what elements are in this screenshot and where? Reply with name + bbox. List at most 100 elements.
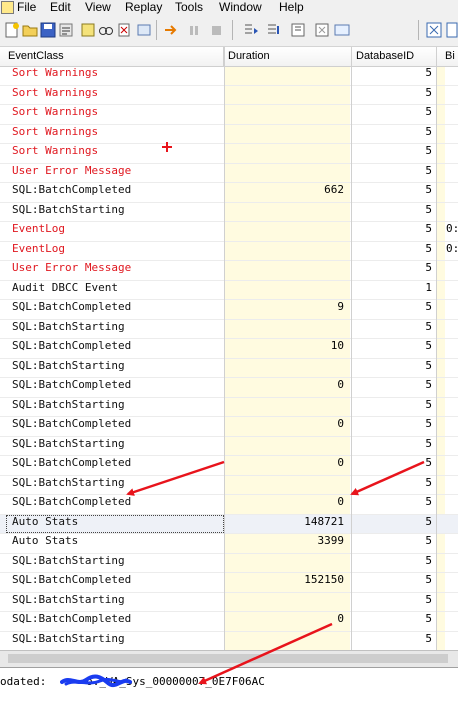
options-icon[interactable] [334,22,350,38]
cell-bi [437,183,458,201]
menu-window[interactable]: Window [219,0,262,16]
table-row[interactable]: SQL:BatchCompleted 9 5 [0,300,458,320]
table-row[interactable]: Sort Warnings 5 [0,86,458,106]
cell-databaseid: 5 [352,300,436,318]
run-icon[interactable] [163,22,179,38]
event-detail-pane[interactable]: odated: o._WA_Sys_00000007_0E7F06AC [0,667,458,722]
close-icon[interactable] [426,22,442,38]
column-header-bi[interactable]: Bi [437,47,458,66]
table-row[interactable]: Auto Stats 3399 5 [0,534,458,554]
breakpoint-icon[interactable] [290,22,306,38]
table-row[interactable]: EventLog 5 0: [0,242,458,262]
cell-eventclass: Sort Warnings [12,105,222,123]
cell-databaseid: 5 [352,125,436,143]
table-row[interactable]: SQL:BatchStarting 5 [0,593,458,613]
table-row[interactable]: Sort Warnings 5 [0,125,458,145]
table-row[interactable]: Sort Warnings 5 [0,144,458,164]
properties-icon[interactable] [58,22,74,38]
table-row[interactable]: Sort Warnings 5 [0,66,458,86]
cell-databaseid: 5 [352,242,436,260]
menu-view[interactable]: View [85,0,111,16]
clear-icon[interactable] [116,22,132,38]
table-row[interactable]: Audit DBCC Event 1 [0,281,458,301]
cell-eventclass: Sort Warnings [12,86,222,104]
table-row[interactable]: SQL:BatchCompleted 0 5 [0,495,458,515]
cell-eventclass: SQL:BatchCompleted [12,300,222,318]
cell-duration [224,261,350,279]
cell-duration [224,593,350,611]
table-row[interactable]: SQL:BatchStarting 5 [0,476,458,496]
table-row[interactable]: SQL:BatchStarting 5 [0,398,458,418]
table-row[interactable]: User Error Message 5 [0,261,458,281]
table-row[interactable]: SQL:BatchStarting 5 [0,632,458,652]
table-row[interactable]: SQL:BatchStarting 5 [0,554,458,574]
horizontal-scrollbar[interactable] [0,650,458,667]
column-header-eventclass[interactable]: EventClass [0,47,224,66]
cell-bi [437,144,458,162]
cell-bi [437,495,458,513]
cell-eventclass: EventLog [12,222,222,240]
cell-eventclass: User Error Message [12,261,222,279]
cell-bi [437,261,458,279]
cell-databaseid: 5 [352,437,436,455]
cell-duration [224,144,350,162]
refresh-icon[interactable] [314,22,330,38]
cell-duration: 10 [224,339,350,357]
table-row[interactable]: Sort Warnings 5 [0,105,458,125]
table-row[interactable]: SQL:BatchStarting 5 [0,320,458,340]
scrollbar-thumb[interactable] [8,654,448,663]
column-header-duration[interactable]: Duration [224,47,352,66]
menu-file[interactable]: File [17,0,36,16]
table-row[interactable]: SQL:BatchStarting 5 [0,203,458,223]
options-icon[interactable] [446,22,458,38]
menu-replay[interactable]: Replay [125,0,162,16]
table-row[interactable]: User Error Message 5 [0,164,458,184]
toolbar-separator [232,20,233,40]
menu-edit[interactable]: Edit [50,0,71,16]
trace-grid[interactable]: Sort Warnings 5 Sort Warnings 5 Sort Warning… [0,66,458,671]
stop-icon[interactable] [208,22,224,38]
table-row[interactable]: SQL:BatchCompleted 152150 5 [0,573,458,593]
table-row[interactable]: SQL:BatchCompleted 0 5 [0,378,458,398]
cell-bi [437,300,458,318]
cell-bi [437,593,458,611]
open-icon[interactable] [22,22,38,38]
table-row[interactable]: SQL:BatchCompleted 0 5 [0,417,458,437]
table-row[interactable]: SQL:BatchCompleted 0 5 [0,456,458,476]
cell-duration: 0 [224,495,350,513]
cell-duration [224,359,350,377]
table-row[interactable]: SQL:BatchStarting 5 [0,437,458,457]
properties-icon[interactable] [80,22,96,38]
cell-eventclass: Auto Stats [12,534,222,552]
table-row[interactable]: SQL:BatchCompleted 662 5 [0,183,458,203]
cell-eventclass: SQL:BatchCompleted [12,378,222,396]
toolbar-separator [156,20,157,40]
cell-databaseid: 5 [352,495,436,513]
redaction-scribble [60,674,140,688]
pause-icon[interactable] [186,22,202,38]
cell-databaseid: 5 [352,515,436,533]
find-icon[interactable] [98,22,114,38]
cell-duration [224,86,350,104]
cell-duration: 3399 [224,534,350,552]
new-trace-icon[interactable] [4,22,20,38]
column-header-databaseid[interactable]: DatabaseID [352,47,437,66]
table-row[interactable]: SQL:BatchCompleted 10 5 [0,339,458,359]
cell-databaseid: 5 [352,476,436,494]
cell-databaseid: 5 [352,632,436,650]
replay-icon[interactable] [243,22,259,38]
cell-bi [437,417,458,435]
table-row[interactable]: EventLog 5 0: [0,222,458,242]
menu-help[interactable]: Help [279,0,304,16]
table-row[interactable]: Auto Stats 148721 5 [0,515,458,535]
menu-tools[interactable]: Tools [175,0,203,16]
cell-bi [437,515,458,533]
cell-duration: 0 [224,378,350,396]
table-row[interactable]: SQL:BatchStarting 5 [0,359,458,379]
cell-bi [437,281,458,299]
save-icon[interactable] [40,22,56,38]
app-icon[interactable] [1,1,14,14]
step-icon[interactable] [266,22,282,38]
table-row[interactable]: SQL:BatchCompleted 0 5 [0,612,458,632]
options-icon[interactable] [136,22,152,38]
